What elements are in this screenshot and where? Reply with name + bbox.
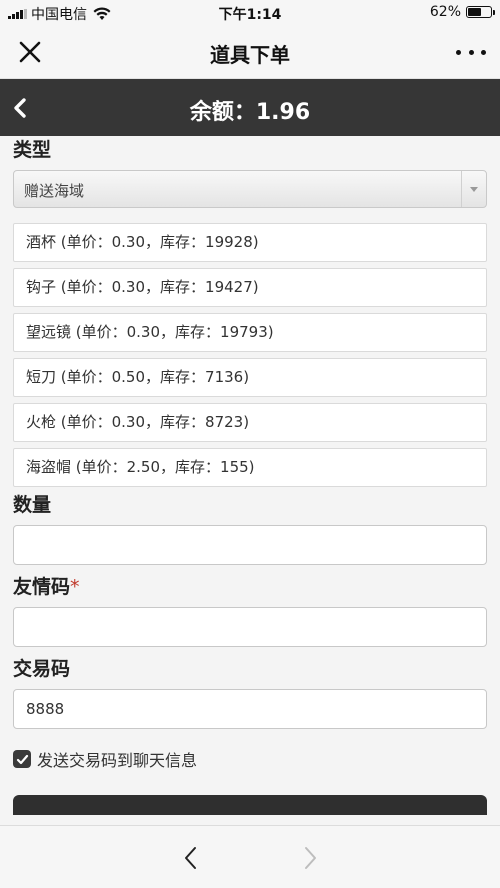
list-item[interactable]: 火枪 (单价：0.30，库存：8723) bbox=[13, 403, 487, 442]
battery-fill bbox=[468, 8, 482, 16]
chevron-left-icon[interactable] bbox=[180, 845, 202, 871]
send-code-label: 发送交易码到聊天信息 bbox=[37, 751, 198, 770]
friend-code-label-text: 友情码 bbox=[13, 576, 71, 598]
friend-code-input[interactable] bbox=[13, 607, 487, 647]
bottom-toolbar bbox=[0, 825, 500, 888]
list-item[interactable]: 海盗帽 (单价：2.50，库存：155) bbox=[13, 448, 487, 487]
type-label: 类型 bbox=[13, 139, 52, 161]
battery-icon bbox=[466, 6, 495, 18]
checkmark-icon bbox=[16, 754, 28, 764]
status-time: 下午1:14 bbox=[218, 7, 282, 23]
send-code-option: 发送交易码到聊天信息 bbox=[13, 747, 487, 771]
send-code-checkbox[interactable] bbox=[13, 750, 31, 768]
balance-header: 余额：1.96 bbox=[0, 79, 500, 136]
nav-bar: 道具下单 bbox=[0, 26, 500, 79]
type-select-value: 赠送海域 bbox=[24, 182, 85, 200]
battery-percent: 62% bbox=[429, 4, 461, 20]
trade-code-input[interactable] bbox=[13, 689, 487, 729]
list-item[interactable]: 望远镜 (单价：0.30，库存：19793) bbox=[13, 313, 487, 352]
chevron-down-icon bbox=[470, 187, 478, 192]
status-bar: 中国电信 下午1:14 62% bbox=[0, 0, 500, 26]
trade-code-label: 交易码 bbox=[13, 658, 71, 680]
type-select[interactable]: 赠送海域 bbox=[13, 170, 487, 208]
submit-button[interactable] bbox=[13, 795, 487, 815]
more-icon[interactable] bbox=[456, 40, 486, 64]
list-item[interactable]: 钩子 (单价：0.30，库存：19427) bbox=[13, 268, 487, 307]
quantity-label: 数量 bbox=[13, 494, 52, 516]
list-item[interactable]: 酒杯 (单价：0.30，库存：19928) bbox=[13, 223, 487, 262]
status-right: 62% bbox=[429, 4, 495, 20]
page-title: 道具下单 bbox=[210, 43, 290, 67]
chevron-right-icon[interactable] bbox=[299, 845, 321, 871]
required-marker: * bbox=[70, 576, 80, 598]
item-list: 酒杯 (单价：0.30，库存：19928) 钩子 (单价：0.30，库存：194… bbox=[13, 223, 487, 487]
quantity-input[interactable] bbox=[13, 525, 487, 565]
balance-text: 余额：1.96 bbox=[189, 100, 311, 125]
form-content: 类型 赠送海域 酒杯 (单价：0.30，库存：19928) 钩子 (单价：0.3… bbox=[0, 138, 500, 815]
friend-code-label: 友情码* bbox=[13, 575, 487, 599]
list-item[interactable]: 短刀 (单价：0.50，库存：7136) bbox=[13, 358, 487, 397]
